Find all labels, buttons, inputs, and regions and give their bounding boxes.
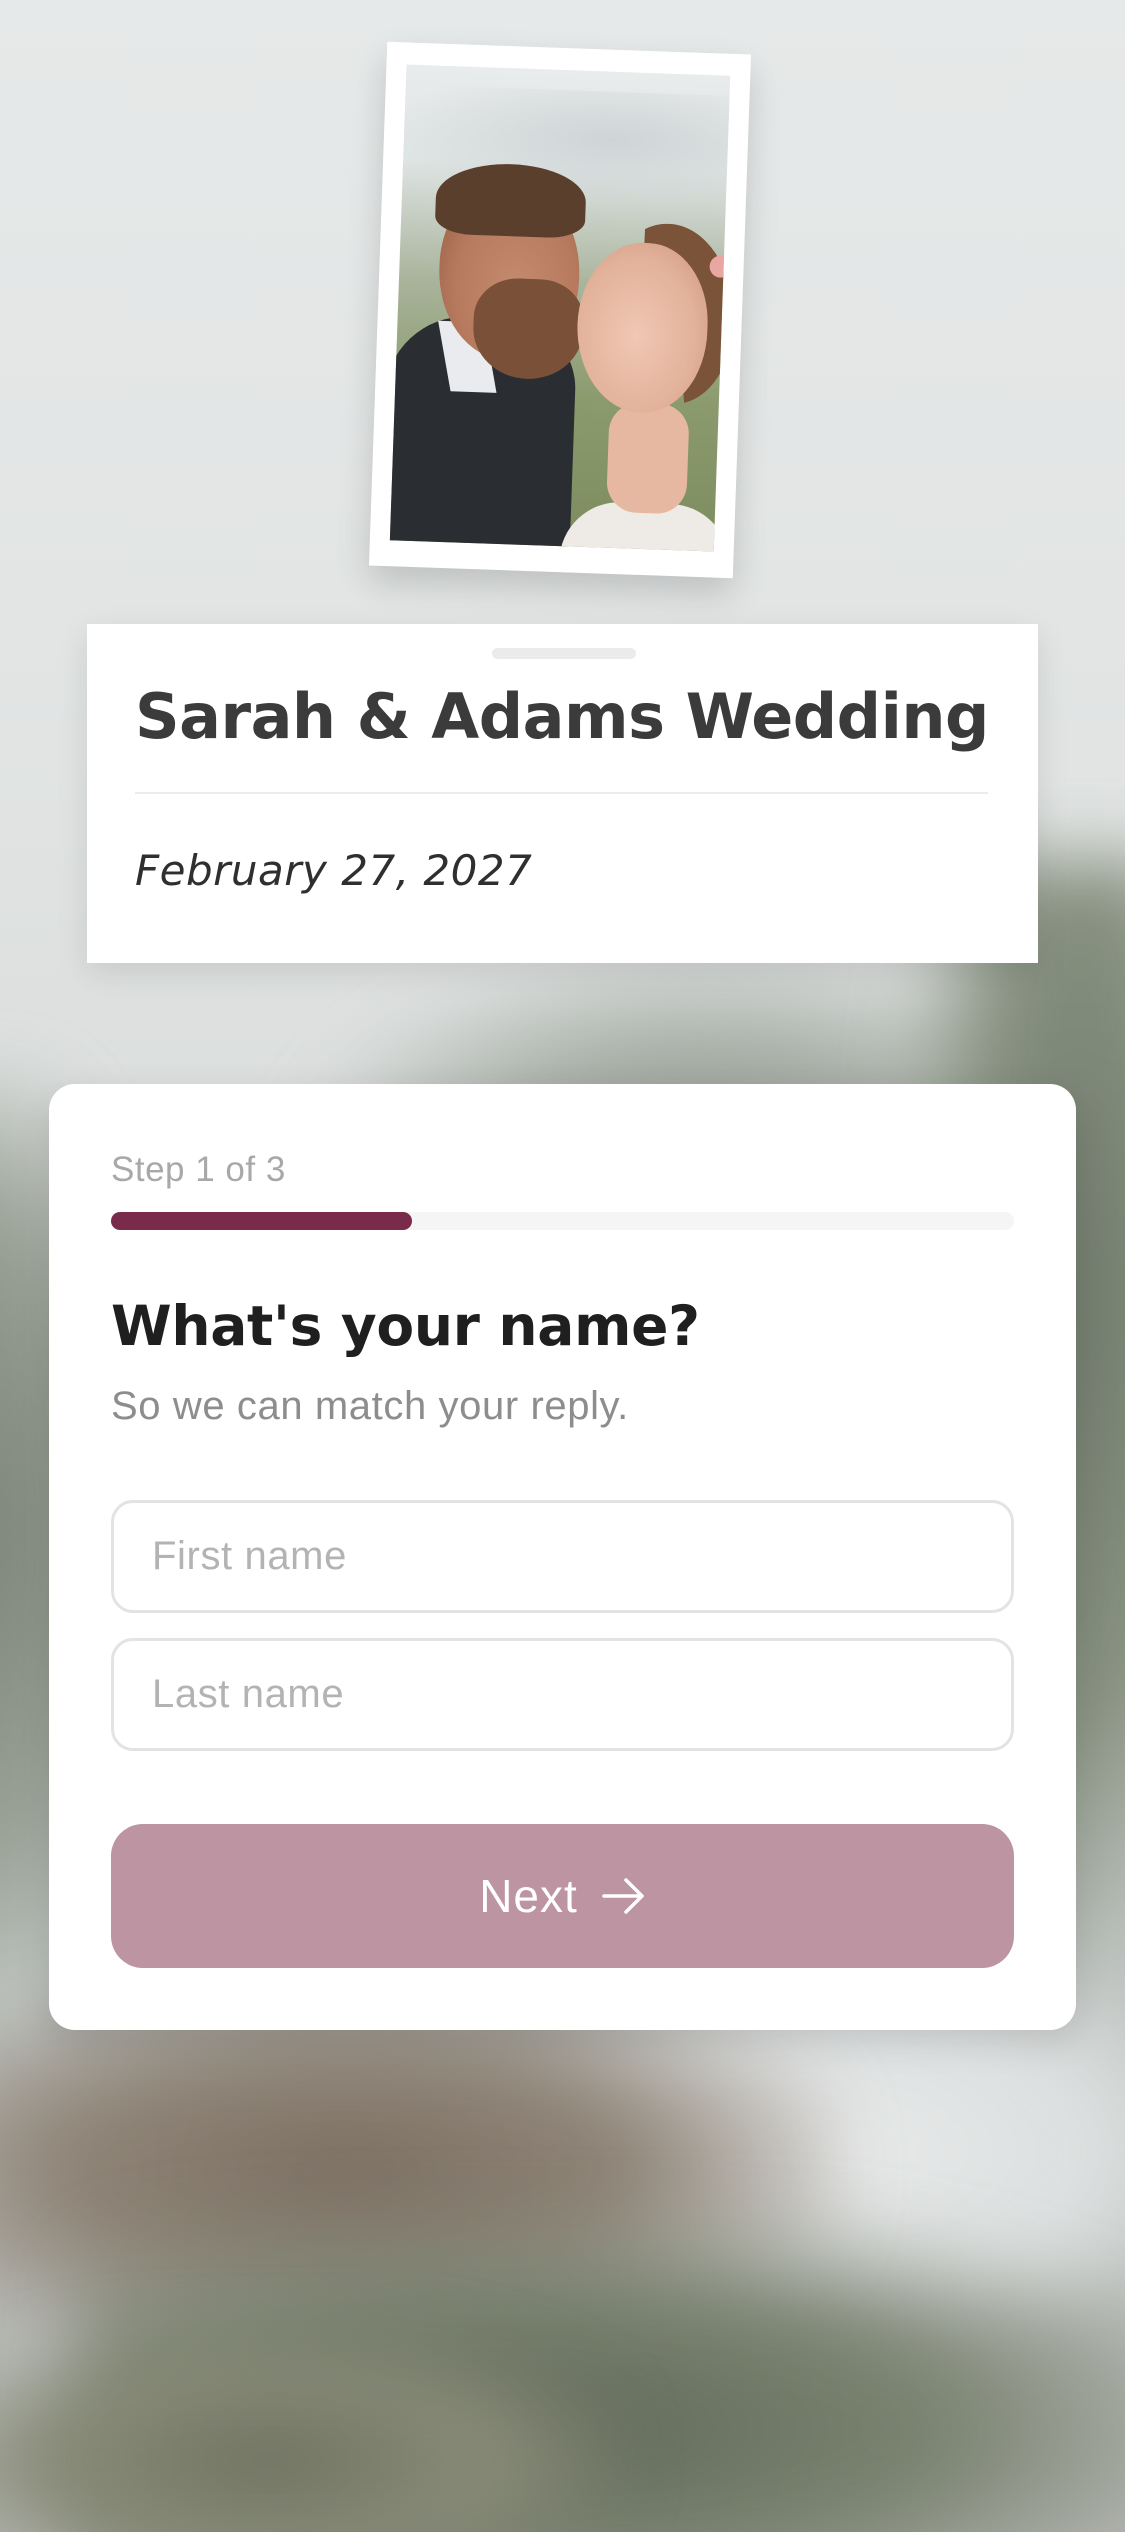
first-name-input[interactable]: [111, 1500, 1014, 1613]
next-button-label: Next: [479, 1870, 578, 1922]
couple-photo: [389, 64, 731, 552]
rsvp-form-card: Step 1 of 3 What's your name? So we can …: [49, 1084, 1076, 2030]
event-title-card: Sarah & Adams Wedding February 27, 2027: [87, 624, 1038, 963]
drag-handle[interactable]: [492, 648, 636, 659]
event-title: Sarah & Adams Wedding: [135, 680, 989, 753]
arrow-right-icon: [602, 1878, 644, 1914]
progress-bar-fill: [111, 1212, 412, 1230]
event-date: February 27, 2027: [135, 846, 533, 895]
couple-photo-frame: [368, 41, 752, 579]
question-heading: What's your name?: [111, 1294, 700, 1358]
question-subtext: So we can match your reply.: [111, 1384, 629, 1428]
divider: [135, 792, 988, 794]
last-name-input[interactable]: [111, 1638, 1014, 1751]
progress-bar: [111, 1212, 1014, 1230]
next-button[interactable]: Next: [111, 1824, 1014, 1968]
step-indicator: Step 1 of 3: [111, 1150, 286, 1189]
